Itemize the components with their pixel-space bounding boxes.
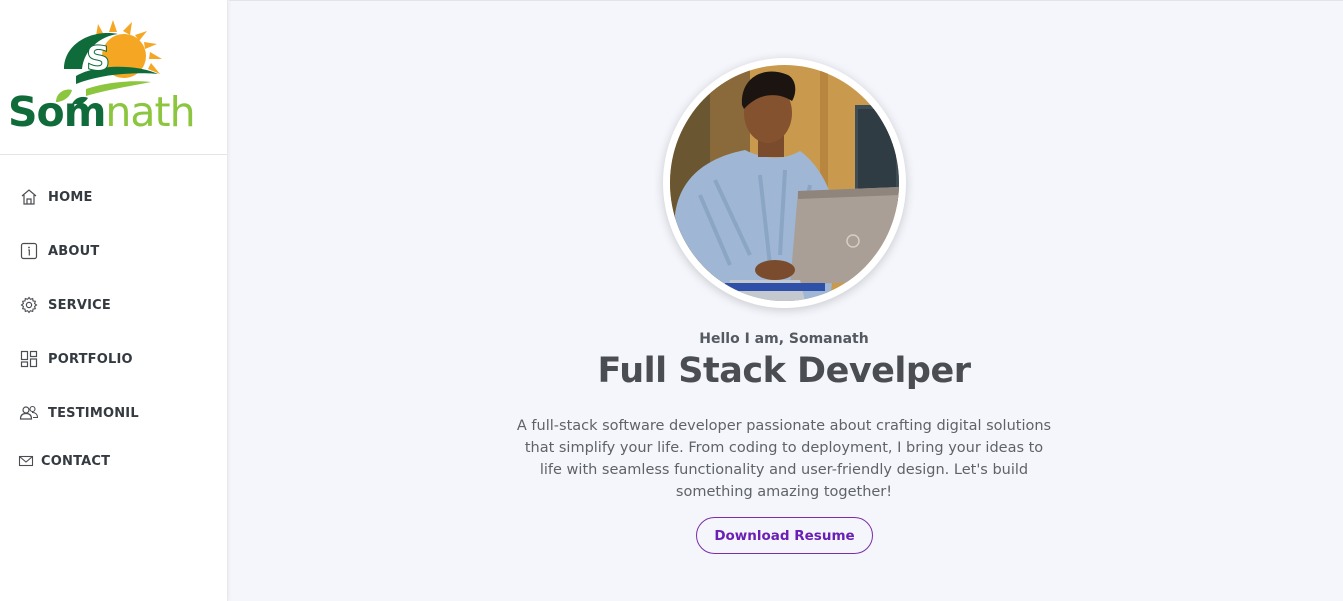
brand-logo[interactable]: S Somnath [0,0,227,155]
nav-label-testimonil: TESTIMONIL [48,405,139,421]
nav-item-service[interactable]: SERVICE [19,294,111,316]
nav-label-portfolio: PORTFOLIO [48,351,133,367]
logo-text-nath: nath [105,88,195,136]
info-icon [19,241,39,261]
nav-item-portfolio[interactable]: PORTFOLIO [19,348,133,370]
home-icon [19,187,39,207]
nav-item-contact[interactable]: CONTACT [16,450,110,472]
envelope-icon [16,451,36,471]
nav-label-home: HOME [48,189,93,205]
profile-avatar [663,58,906,308]
profile-photo [670,65,899,301]
nav-label-about: ABOUT [48,243,100,259]
hero-bio: A full-stack software developer passiona… [516,418,1052,500]
nav-label-service: SERVICE [48,297,111,313]
hero-title: Full Stack Develper [597,351,971,391]
nav-item-home[interactable]: HOME [19,186,93,208]
users-icon [19,403,39,423]
nav-label-contact: CONTACT [41,453,111,469]
hero-greeting: Hello I am, Somanath [699,331,869,347]
nav-item-about[interactable]: ABOUT [19,240,99,262]
svg-text:S: S [86,39,111,79]
gear-icon [19,295,39,315]
hero-section: Hello I am, Somanath Full Stack Develper… [229,0,1343,601]
nav-item-testimonil[interactable]: TESTIMONIL [19,402,139,424]
logo-wordmark: Somnath [8,92,196,133]
sidebar: S Somnath HOME ABOUT SERVICE PORTFOLIO T… [0,0,228,601]
download-resume-button[interactable]: Download Resume [696,517,873,554]
grid-icon [19,349,39,369]
logo-text-som: Som [8,88,106,136]
